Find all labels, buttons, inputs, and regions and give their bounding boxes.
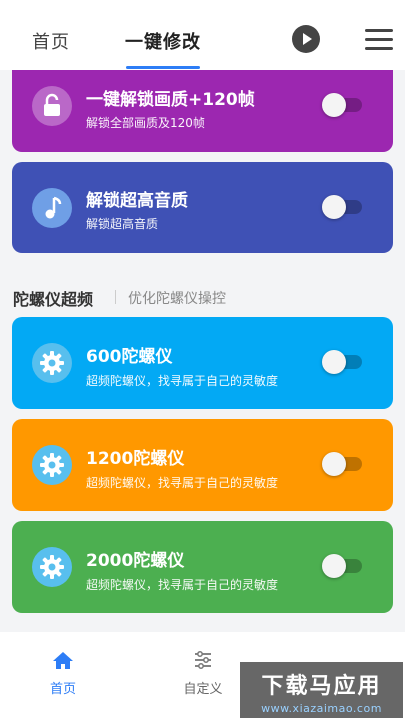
card-subtitle: 解锁超高音质 (86, 217, 159, 231)
nav-label: 自定义 (183, 682, 223, 697)
toggle-knob (322, 93, 346, 117)
card-unlock-audio: 解锁超高音质 解锁超高音质 (12, 162, 393, 253)
gear-icon (32, 445, 72, 485)
watermark-url: www.xiazaimao.com (261, 702, 382, 715)
card-subtitle: 解锁全部画质及120帧 (86, 116, 205, 130)
section-subtitle: 优化陀螺仪操控 (128, 291, 226, 307)
music-note-icon (32, 188, 72, 228)
card-title: 2000陀螺仪 (86, 551, 185, 571)
gear-icon (32, 343, 72, 383)
play-icon[interactable] (292, 25, 320, 53)
card-unlock-quality: 一键解锁画质+120帧 解锁全部画质及120帧 (12, 70, 393, 152)
active-tab-indicator (126, 66, 200, 69)
menu-icon[interactable] (365, 27, 393, 51)
section-divider (115, 290, 116, 304)
toggle-switch[interactable] (322, 452, 362, 476)
watermark: 下载马应用 www.xiazaimao.com (240, 662, 403, 718)
gear-icon (32, 547, 72, 587)
toggle-knob (322, 350, 346, 374)
card-gyro-2000: 2000陀螺仪 超频陀螺仪，找寻属于自己的灵敏度 (12, 521, 393, 613)
toggle-switch[interactable] (322, 195, 362, 219)
toggle-knob (322, 452, 346, 476)
card-subtitle: 超频陀螺仪，找寻属于自己的灵敏度 (86, 374, 279, 388)
unlock-icon (32, 86, 72, 126)
tab-one-click-modify[interactable]: 一键修改 (125, 28, 201, 54)
watermark-logo: 下载马应用 (261, 674, 382, 699)
toggle-switch[interactable] (322, 93, 362, 117)
home-icon (53, 652, 73, 669)
toggle-switch[interactable] (322, 350, 362, 374)
card-title: 600陀螺仪 (86, 347, 173, 367)
card-gyro-600: 600陀螺仪 超频陀螺仪，找寻属于自己的灵敏度 (12, 317, 393, 409)
tab-home[interactable]: 首页 (32, 28, 70, 54)
card-subtitle: 超频陀螺仪，找寻属于自己的灵敏度 (86, 476, 279, 490)
toggle-knob (322, 195, 346, 219)
sliders-icon (195, 651, 211, 669)
card-title: 解锁超高音质 (86, 191, 188, 211)
section-title: 陀螺仪超频 (13, 290, 94, 309)
card-title: 一键解锁画质+120帧 (86, 90, 255, 110)
nav-home[interactable]: 首页 (33, 650, 93, 697)
card-title: 1200陀螺仪 (86, 449, 185, 469)
nav-label: 首页 (49, 682, 76, 697)
nav-custom[interactable]: 自定义 (173, 650, 233, 697)
card-subtitle: 超频陀螺仪，找寻属于自己的灵敏度 (86, 578, 279, 592)
top-bar: 首页 一键修改 (0, 0, 405, 70)
toggle-switch[interactable] (322, 554, 362, 578)
card-gyro-1200: 1200陀螺仪 超频陀螺仪，找寻属于自己的灵敏度 (12, 419, 393, 511)
toggle-knob (322, 554, 346, 578)
